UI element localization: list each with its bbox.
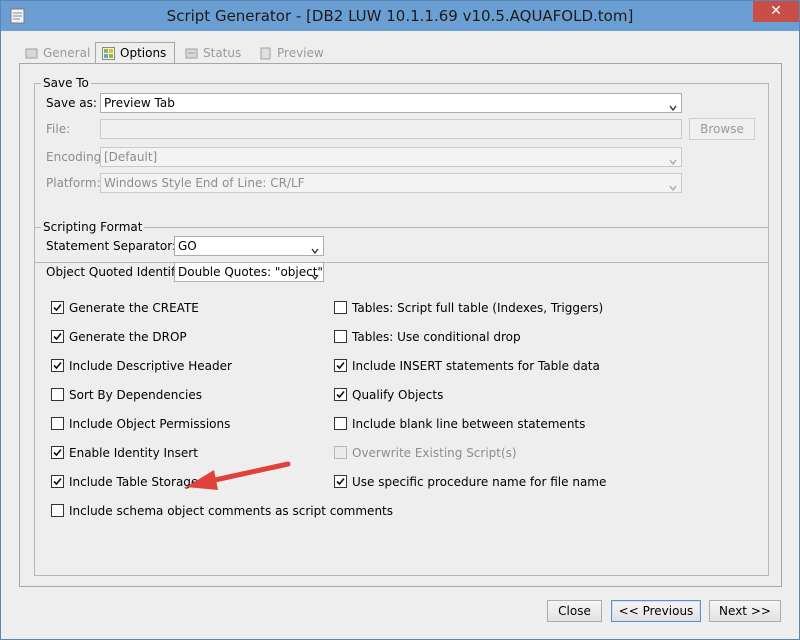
overwrite-scripts-checkbox[interactable]: Overwrite Existing Script(s) bbox=[334, 444, 517, 462]
checkbox-box[interactable] bbox=[334, 417, 347, 430]
generate-drop-checkbox[interactable]: Generate the DROP bbox=[51, 328, 187, 346]
statement-separator-label: Statement Separator: bbox=[46, 239, 177, 253]
schema-comments-checkbox[interactable]: Include schema object comments as script… bbox=[51, 502, 393, 520]
browse-button[interactable]: Browse bbox=[689, 118, 755, 140]
checkbox-box[interactable] bbox=[334, 301, 347, 314]
checkbox-box[interactable] bbox=[51, 504, 64, 517]
checkbox-label: Include blank line between statements bbox=[352, 417, 586, 431]
checkbox-label: Tables: Use conditional drop bbox=[352, 330, 521, 344]
options-panel: Save To Save as: Preview Tab File: Brows… bbox=[19, 63, 782, 587]
checkbox-label: Generate the CREATE bbox=[69, 301, 199, 315]
tab-label: Preview bbox=[277, 46, 324, 60]
generate-create-checkbox[interactable]: Generate the CREATE bbox=[51, 299, 199, 317]
quoted-identifier-value: Double Quotes: "object" bbox=[178, 265, 323, 279]
platform-dropdown[interactable]: Windows Style End of Line: CR/LF bbox=[100, 173, 682, 193]
full-table-checkbox[interactable]: Tables: Script full table (Indexes, Trig… bbox=[334, 299, 603, 317]
options-tab-icon bbox=[102, 46, 115, 60]
checkbox-box[interactable] bbox=[51, 330, 64, 343]
object-permissions-checkbox[interactable]: Include Object Permissions bbox=[51, 415, 230, 433]
checkbox-box[interactable] bbox=[51, 475, 64, 488]
tab-label: General bbox=[43, 46, 91, 60]
chevron-down-icon bbox=[311, 268, 319, 281]
tab-general[interactable]: General bbox=[19, 43, 98, 63]
quoted-identifier-dropdown[interactable]: Double Quotes: "object" bbox=[174, 262, 324, 282]
quoted-identifier-label: Object Quoted Identifier: bbox=[46, 265, 195, 279]
procedure-file-name-checkbox[interactable]: Use specific procedure name for file nam… bbox=[334, 473, 606, 491]
sort-dependencies-checkbox[interactable]: Sort By Dependencies bbox=[51, 386, 202, 404]
general-tab-icon bbox=[25, 46, 38, 59]
checkbox-label: Include Object Permissions bbox=[69, 417, 231, 431]
file-path-input[interactable] bbox=[100, 119, 682, 139]
platform-label: Platform: bbox=[46, 176, 101, 190]
encoding-label: Encoding: bbox=[46, 150, 106, 164]
previous-button[interactable]: << Previous bbox=[611, 600, 701, 622]
file-label: File: bbox=[46, 122, 71, 136]
encoding-value: [Default] bbox=[104, 150, 158, 164]
tab-preview[interactable]: Preview bbox=[253, 43, 332, 63]
checkbox-box[interactable] bbox=[334, 446, 347, 459]
checkbox-box[interactable] bbox=[334, 330, 347, 343]
chevron-down-icon bbox=[669, 179, 677, 192]
preview-tab-icon bbox=[259, 46, 272, 60]
checkbox-box[interactable] bbox=[334, 388, 347, 401]
qualify-objects-checkbox[interactable]: Qualify Objects bbox=[334, 386, 443, 404]
blank-line-checkbox[interactable]: Include blank line between statements bbox=[334, 415, 585, 433]
chevron-down-icon bbox=[669, 99, 677, 112]
chevron-down-icon bbox=[669, 153, 677, 166]
checkbox-box[interactable] bbox=[51, 388, 64, 401]
tab-status[interactable]: Status bbox=[179, 43, 249, 63]
statement-separator-value: GO bbox=[178, 239, 197, 253]
window-title: Script Generator - [DB2 LUW 10.1.1.69 v1… bbox=[166, 7, 634, 25]
save-as-value: Preview Tab bbox=[104, 96, 175, 110]
save-as-label: Save as: bbox=[46, 96, 97, 110]
next-button[interactable]: Next >> bbox=[709, 600, 781, 622]
close-icon: ✕ bbox=[770, 3, 782, 19]
checkbox-label: Include schema object comments as script… bbox=[69, 504, 393, 518]
checkbox-label: Overwrite Existing Script(s) bbox=[352, 446, 517, 460]
script-generator-window: Script Generator - [DB2 LUW 10.1.1.69 v1… bbox=[0, 0, 800, 640]
status-tab-icon bbox=[185, 46, 198, 59]
checkbox-label: Tables: Script full table (Indexes, Trig… bbox=[352, 301, 604, 315]
window-close-button[interactable]: ✕ bbox=[753, 1, 799, 22]
tab-label: Options bbox=[120, 46, 167, 60]
checkbox-box[interactable] bbox=[334, 359, 347, 372]
platform-value: Windows Style End of Line: CR/LF bbox=[104, 176, 305, 190]
chevron-down-icon bbox=[311, 242, 319, 255]
checkbox-box[interactable] bbox=[334, 475, 347, 488]
title-bar[interactable]: Script Generator - [DB2 LUW 10.1.1.69 v1… bbox=[1, 1, 799, 31]
save-as-dropdown[interactable]: Preview Tab bbox=[100, 93, 682, 113]
checkbox-box[interactable] bbox=[51, 359, 64, 372]
checkbox-box[interactable] bbox=[51, 446, 64, 459]
scripting-format-legend: Scripting Format bbox=[41, 220, 145, 234]
close-button[interactable]: Close bbox=[547, 600, 602, 622]
encoding-dropdown[interactable]: [Default] bbox=[100, 147, 682, 167]
checkbox-label: Include Descriptive Header bbox=[69, 359, 232, 373]
checkbox-box[interactable] bbox=[51, 301, 64, 314]
checkbox-label: Qualify Objects bbox=[352, 388, 444, 402]
checkbox-label: Generate the DROP bbox=[69, 330, 187, 344]
tab-label: Status bbox=[203, 46, 242, 60]
save-to-legend: Save To bbox=[41, 76, 91, 90]
statement-separator-dropdown[interactable]: GO bbox=[174, 236, 324, 256]
checkbox-label: Include INSERT statements for Table data bbox=[352, 359, 600, 373]
checkbox-label: Sort By Dependencies bbox=[69, 388, 202, 402]
checkbox-label: Use specific procedure name for file nam… bbox=[352, 475, 607, 489]
insert-statements-checkbox[interactable]: Include INSERT statements for Table data bbox=[334, 357, 600, 375]
conditional-drop-checkbox[interactable]: Tables: Use conditional drop bbox=[334, 328, 521, 346]
tab-options[interactable]: Options bbox=[95, 42, 176, 64]
checkbox-box[interactable] bbox=[51, 417, 64, 430]
red-arrow-icon bbox=[186, 461, 291, 490]
descriptive-header-checkbox[interactable]: Include Descriptive Header bbox=[51, 357, 232, 375]
